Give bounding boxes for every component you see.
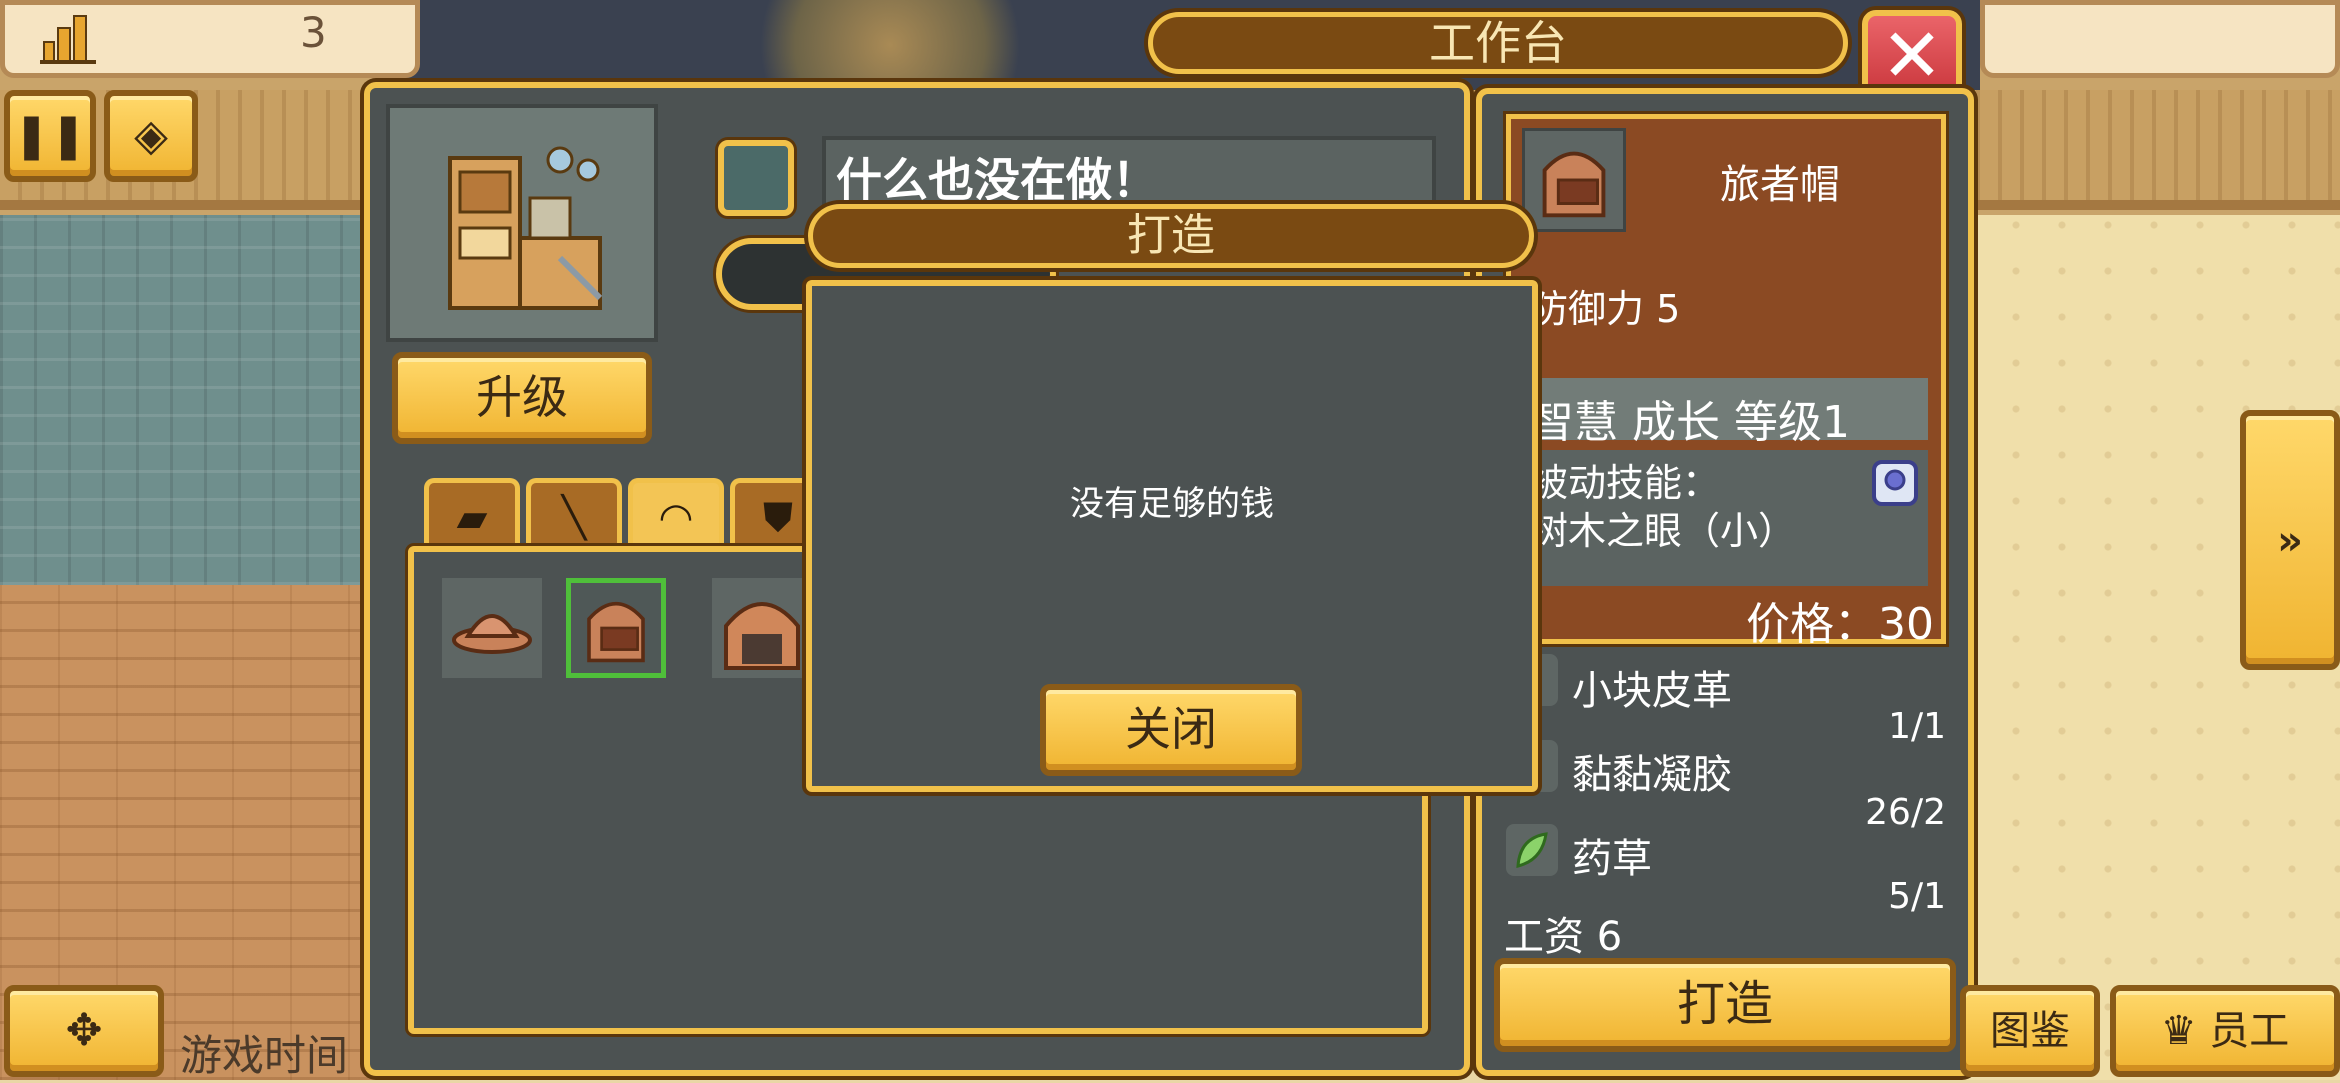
dialog-title: 打造 <box>808 204 1534 268</box>
material-count: 5/1 <box>1888 876 1946 917</box>
item-slot-traveler-hat[interactable] <box>566 578 666 678</box>
building-icon <box>40 15 96 64</box>
top-right-bar <box>1980 0 2340 78</box>
material-name: 小块皮革 <box>1572 668 1732 714</box>
traits-text: 智慧 成长 等级1 <box>1530 397 1850 448</box>
cap-icon <box>452 614 532 654</box>
window-title: 工作台 <box>1148 12 1848 74</box>
item-slot-cap[interactable] <box>442 578 542 678</box>
material-count: 1/1 <box>1888 706 1946 747</box>
item-slot-helmet[interactable] <box>712 578 812 678</box>
building-count: 3 <box>300 8 327 57</box>
staff-icon: ╲ <box>561 495 587 541</box>
material-name: 药草 <box>1572 836 1652 882</box>
skill-eye-icon <box>1872 460 1918 506</box>
traveler-hat-icon <box>1542 151 1606 218</box>
skill-value: 树木之眼（小） <box>1530 509 1797 553</box>
dialog-close-button[interactable]: 关闭 <box>1040 684 1302 776</box>
material-count: 26/2 <box>1865 792 1946 833</box>
staff-button[interactable]: ♛ 员工 <box>2110 985 2340 1077</box>
tab-helmets[interactable]: ◠ <box>628 478 724 550</box>
skill-label: 被动技能： <box>1530 461 1721 505</box>
pause-button[interactable]: ❚❚ <box>4 90 96 182</box>
herb-icon <box>1506 824 1558 876</box>
workbench-icon <box>448 146 603 310</box>
tab-weapons[interactable]: ╲ <box>526 478 622 550</box>
crown-icon: ♛ <box>2160 1008 2210 1054</box>
helmet-icon <box>724 602 800 670</box>
armor-icon: ⛊ <box>763 495 793 541</box>
move-button[interactable]: ✥ <box>4 985 164 1077</box>
item-preview-slot <box>1522 128 1626 232</box>
background-stone-floor <box>0 215 380 585</box>
wage-text: 工资 6 <box>1504 914 1623 960</box>
staff-label: 员工 <box>2209 1008 2290 1054</box>
tab-materials[interactable]: ▰ <box>424 478 520 550</box>
expand-right-button[interactable]: » <box>2240 410 2340 670</box>
dpad-icon: ✥ <box>65 1005 103 1056</box>
status-indicator <box>718 140 794 216</box>
price-text: 价格：30 <box>1746 599 1934 650</box>
leather-icon: ▰ <box>456 495 488 541</box>
helmet-icon: ◠ <box>658 495 694 541</box>
double-chevron-right-icon: » <box>2277 518 2303 564</box>
pause-icon: ❚❚ <box>13 110 87 161</box>
status-text: 什么也没在做！ <box>836 153 1158 207</box>
traveler-hat-icon <box>587 602 645 663</box>
material-name: 黏黏凝胶 <box>1572 752 1732 798</box>
dialog-message: 没有足够的钱 <box>1070 484 1274 524</box>
item-name: 旅者帽 <box>1720 162 1840 208</box>
speed-icon: ◈ <box>134 110 168 161</box>
upgrade-button[interactable]: 升级 <box>392 352 652 444</box>
close-icon: ✕ <box>1880 13 1943 99</box>
game-time-label: 游戏时间 <box>180 1031 349 1080</box>
defense-stat: 防御力 5 <box>1530 287 1681 331</box>
codex-button[interactable]: 图鉴 <box>1960 985 2100 1077</box>
craft-button[interactable]: 打造 <box>1494 958 1956 1052</box>
speed-button[interactable]: ◈ <box>104 90 198 182</box>
